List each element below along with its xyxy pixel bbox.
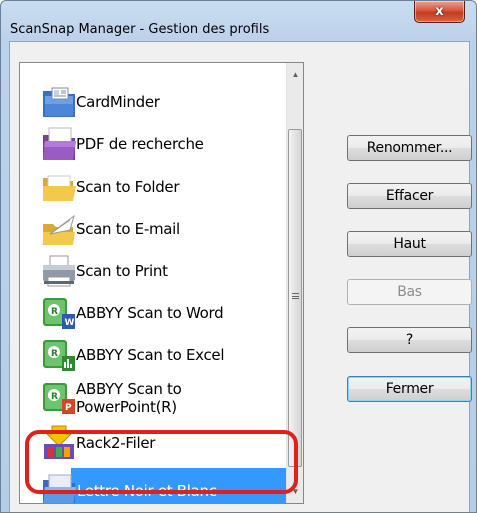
list-item-label-line1: ABBYY Scan to <box>76 380 182 398</box>
svg-text:W: W <box>65 318 75 328</box>
close-icon: x <box>435 4 444 19</box>
email-icon <box>43 214 75 245</box>
list-item-label: ABBYY Scan to Excel <box>76 346 225 364</box>
blue-folder-icon <box>43 474 76 503</box>
list-item-label: ABBYY Scan to PowerPoint(R) <box>76 380 182 416</box>
list-item-label: ABBYY Scan to Word <box>76 304 224 322</box>
list-item-label: Scan to E-mail <box>76 220 180 238</box>
list-item-label: CardMinder <box>76 93 160 111</box>
list-item-abbyy-scan-to-powerpoint[interactable]: R P ABBYY Scan to PowerPoint(R) <box>20 376 286 420</box>
list-item-label: Scan to Folder <box>76 178 180 196</box>
list-item-label: Scan to Print <box>76 262 168 280</box>
svg-text:R: R <box>51 307 58 317</box>
window-title: ScanSnap Manager - Gestion des profils <box>10 22 270 37</box>
profile-manager-window: ScanSnap Manager - Gestion des profils x… <box>0 0 477 513</box>
move-up-button[interactable]: Haut <box>347 231 472 257</box>
list-item-label: PDF de recherche <box>76 135 204 153</box>
svg-text:R: R <box>51 349 58 359</box>
list-item-rack2-filer[interactable]: Rack2-Filer <box>20 422 286 464</box>
title-bar[interactable]: ScanSnap Manager - Gestion des profils x <box>1 1 476 41</box>
list-item-scan-to-folder[interactable]: Scan to Folder <box>20 166 286 208</box>
cardminder-icon <box>43 87 75 117</box>
scroll-up-icon[interactable]: ▲ <box>287 66 303 83</box>
abbyy-excel-icon: R <box>43 340 75 371</box>
close-button[interactable]: Fermer <box>347 376 472 402</box>
svg-text:P: P <box>65 403 72 413</box>
move-down-button[interactable]: Bas <box>347 279 472 305</box>
list-item-label: Lettre Noir et Blanc <box>77 482 217 500</box>
folder-icon <box>43 175 76 201</box>
list-item-label-line2: PowerPoint(R) <box>76 398 177 416</box>
list-item-scan-to-email[interactable]: Scan to E-mail <box>20 208 286 250</box>
list-item-pdf-de-recherche[interactable]: PDF de recherche <box>20 123 286 165</box>
scroll-down-icon[interactable]: ▼ <box>287 483 303 500</box>
rename-button[interactable]: Renommer... <box>347 135 472 161</box>
close-window-button[interactable]: x <box>414 1 465 23</box>
list-item-abbyy-scan-to-word[interactable]: R W ABBYY Scan to Word <box>20 292 286 334</box>
list-item-lettre-noir-et-blanc[interactable]: Lettre Noir et Blanc <box>20 468 286 503</box>
list-item-cardminder[interactable]: CardMinder <box>20 81 286 123</box>
delete-button[interactable]: Effacer <box>347 183 472 209</box>
list-item-label: Rack2-Filer <box>76 434 156 452</box>
scroll-thumb[interactable] <box>288 129 302 467</box>
rack2-filer-icon <box>44 425 74 459</box>
printer-icon <box>43 255 75 287</box>
pdf-folder-icon <box>43 127 76 160</box>
help-button[interactable]: ? <box>347 327 472 353</box>
abbyy-powerpoint-icon: R P <box>43 383 75 414</box>
profile-list[interactable]: CardMinder PDF de recherche Scan to Fold… <box>19 62 304 504</box>
svg-text:R: R <box>51 392 58 402</box>
list-item-abbyy-scan-to-excel[interactable]: R ABBYY Scan to Excel <box>20 334 286 376</box>
dialog-body: CardMinder PDF de recherche Scan to Fold… <box>9 41 472 512</box>
list-item-scan-to-print[interactable]: Scan to Print <box>20 250 286 292</box>
abbyy-word-icon: R W <box>43 298 75 329</box>
grip-icon <box>292 293 299 299</box>
list-scrollbar[interactable]: ▲ ▼ <box>286 63 303 503</box>
